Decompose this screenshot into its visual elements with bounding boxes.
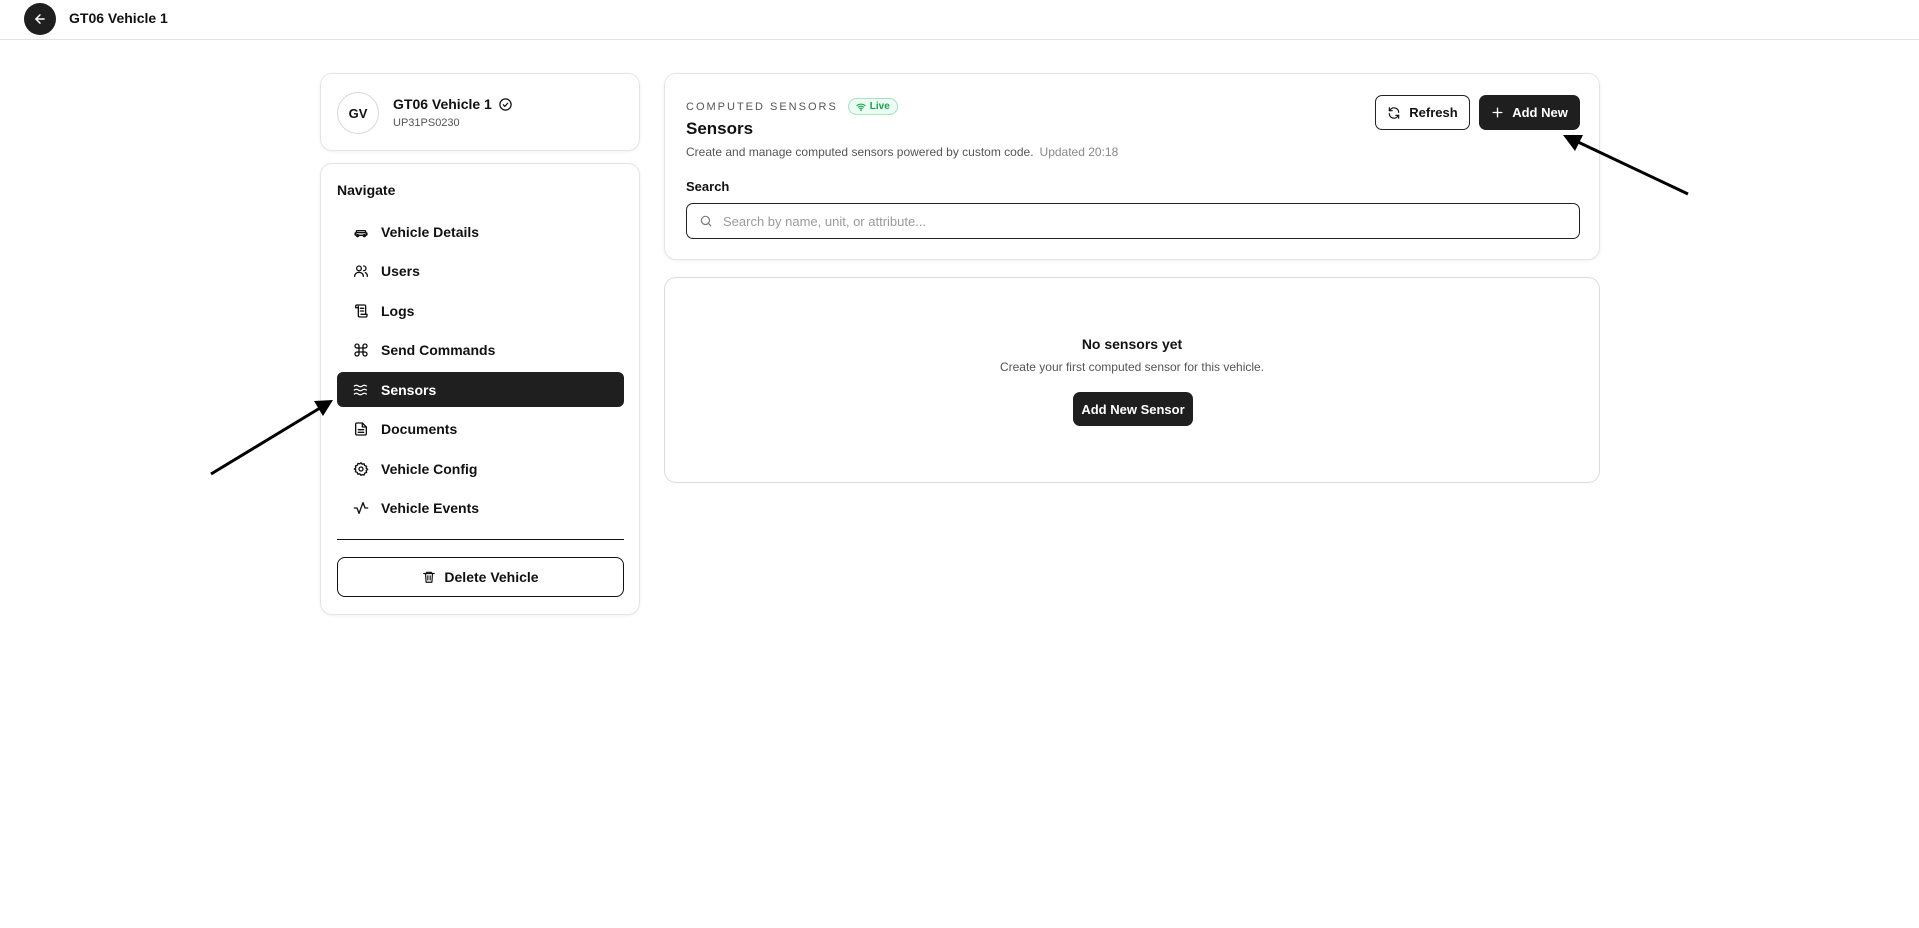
sensors-header-card: COMPUTED SENSORS Live Sensors Create and… (664, 73, 1600, 260)
delete-vehicle-button[interactable]: Delete Vehicle (337, 557, 624, 597)
search-input[interactable] (723, 213, 1563, 229)
trash-icon (423, 571, 436, 583)
page-title: GT06 Vehicle 1 (69, 10, 168, 26)
command-icon (354, 343, 368, 357)
scroll-icon (355, 303, 368, 318)
sidebar-item-send-commands[interactable]: Send Commands (337, 333, 624, 368)
car-icon (354, 229, 368, 237)
search-field[interactable] (686, 203, 1580, 239)
search-icon (700, 215, 712, 227)
add-new-sensor-button[interactable]: Add New Sensor (1073, 392, 1193, 426)
sidebar-item-vehicle-events[interactable]: Vehicle Events (337, 491, 624, 526)
sidebar-item-label: Send Commands (381, 342, 496, 358)
sidebar-item-label: Vehicle Details (381, 223, 480, 240)
vehicle-name: GT06 Vehicle 1 (393, 96, 492, 112)
sidebar-item-users[interactable]: Users (337, 254, 624, 289)
section-description: Create and manage computed sensors power… (686, 145, 1118, 159)
arrow-to-sensors-annotation (210, 400, 333, 476)
updated-timestamp: Updated 20:18 (1039, 145, 1119, 159)
sidebar-item-sensors[interactable]: Sensors (337, 372, 624, 407)
waves-icon (353, 384, 367, 395)
sidebar-item-label: Users (381, 263, 420, 279)
vehicle-name-row: GT06 Vehicle 1 (393, 96, 513, 112)
wifi-icon (856, 103, 866, 111)
navigation-card: Navigate Vehicle Details Users Logs Send… (320, 163, 640, 615)
search-label: Search (686, 179, 730, 194)
gear-icon (353, 461, 369, 476)
plus-icon (1492, 107, 1503, 118)
sidebar-item-logs[interactable]: Logs (337, 293, 624, 328)
document-icon (355, 422, 367, 436)
sidebar-item-documents[interactable]: Documents (337, 412, 624, 447)
refresh-label: Refresh (1409, 105, 1458, 120)
arrow-left-icon (35, 14, 45, 24)
empty-state-description: Create your first computed sensor for th… (999, 360, 1265, 374)
back-button[interactable] (24, 3, 56, 35)
nav-heading: Navigate (337, 182, 396, 198)
refresh-button[interactable]: Refresh (1375, 95, 1470, 130)
top-bar: GT06 Vehicle 1 (0, 0, 1919, 40)
users-icon (354, 265, 368, 277)
description-text: Create and manage computed sensors power… (686, 145, 1034, 159)
refresh-icon (1389, 106, 1400, 119)
live-badge-label: Live (869, 101, 890, 112)
live-badge: Live (847, 98, 898, 115)
sidebar-item-label: Sensors (381, 381, 437, 398)
empty-state-card: No sensors yet Create your first compute… (664, 277, 1600, 483)
section-title: Sensors (686, 119, 754, 138)
sidebar-item-vehicle-details[interactable]: Vehicle Details (337, 214, 624, 249)
sidebar-item-label: Vehicle Config (381, 460, 478, 477)
delete-vehicle-label: Delete Vehicle (444, 569, 539, 585)
sidebar-item-label: Logs (381, 302, 415, 319)
activity-icon (353, 502, 369, 514)
nav-divider (337, 539, 624, 540)
add-new-label: Add New (1512, 105, 1568, 120)
verified-check-icon (499, 97, 512, 111)
sidebar-item-vehicle-config[interactable]: Vehicle Config (337, 451, 624, 486)
add-new-button[interactable]: Add New (1479, 95, 1580, 130)
eyebrow-label: COMPUTED SENSORS (686, 100, 838, 113)
empty-state-title: No sensors yet (1081, 336, 1183, 352)
avatar: GV (337, 92, 379, 134)
sidebar-item-label: Vehicle Events (381, 500, 480, 516)
section-eyebrow: COMPUTED SENSORS Live (686, 98, 898, 115)
vehicle-summary-card: GV GT06 Vehicle 1 UP31PS0230 (320, 73, 640, 151)
nav-list: Vehicle Details Users Logs Send Commands… (337, 214, 624, 530)
vehicle-plate: UP31PS0230 (393, 117, 460, 129)
sidebar-item-label: Documents (381, 421, 458, 437)
